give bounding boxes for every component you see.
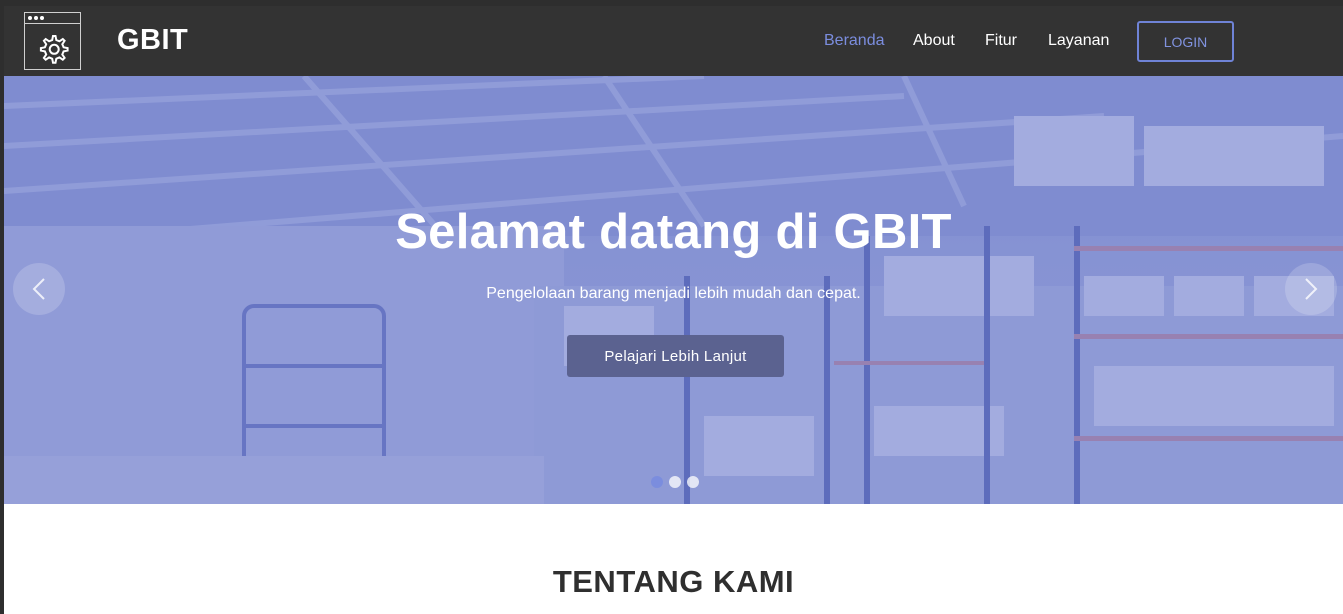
navbar: GBIT Beranda About Fitur Layanan LOGIN (4, 6, 1343, 76)
nav-about[interactable]: About (913, 32, 955, 50)
page: GBIT Beranda About Fitur Layanan LOGIN S… (4, 6, 1343, 614)
carousel-indicator-3[interactable] (687, 476, 699, 488)
learn-more-button[interactable]: Pelajari Lebih Lanjut (567, 335, 784, 377)
hero-carousel: Selamat datang di GBIT Pengelolaan baran… (4, 76, 1343, 504)
window-bar (25, 23, 80, 24)
hero-subtitle: Pengelolaan barang menjadi lebih mudah d… (486, 285, 861, 302)
login-button[interactable]: LOGIN (1137, 21, 1234, 62)
window-dots-icon (28, 16, 44, 20)
carousel-indicator-2[interactable] (669, 476, 681, 488)
logo[interactable] (24, 12, 81, 70)
nav-beranda[interactable]: Beranda (824, 32, 885, 50)
carousel-indicator-1[interactable] (651, 476, 663, 488)
about-section-title: TENTANG KAMI (552, 564, 795, 599)
hero-title: Selamat datang di GBIT (395, 205, 952, 259)
gear-icon (39, 35, 69, 64)
nav-layanan[interactable]: Layanan (1048, 32, 1109, 50)
nav-fitur[interactable]: Fitur (985, 32, 1017, 50)
brand-name[interactable]: GBIT (117, 24, 188, 57)
carousel-indicators (651, 476, 699, 488)
